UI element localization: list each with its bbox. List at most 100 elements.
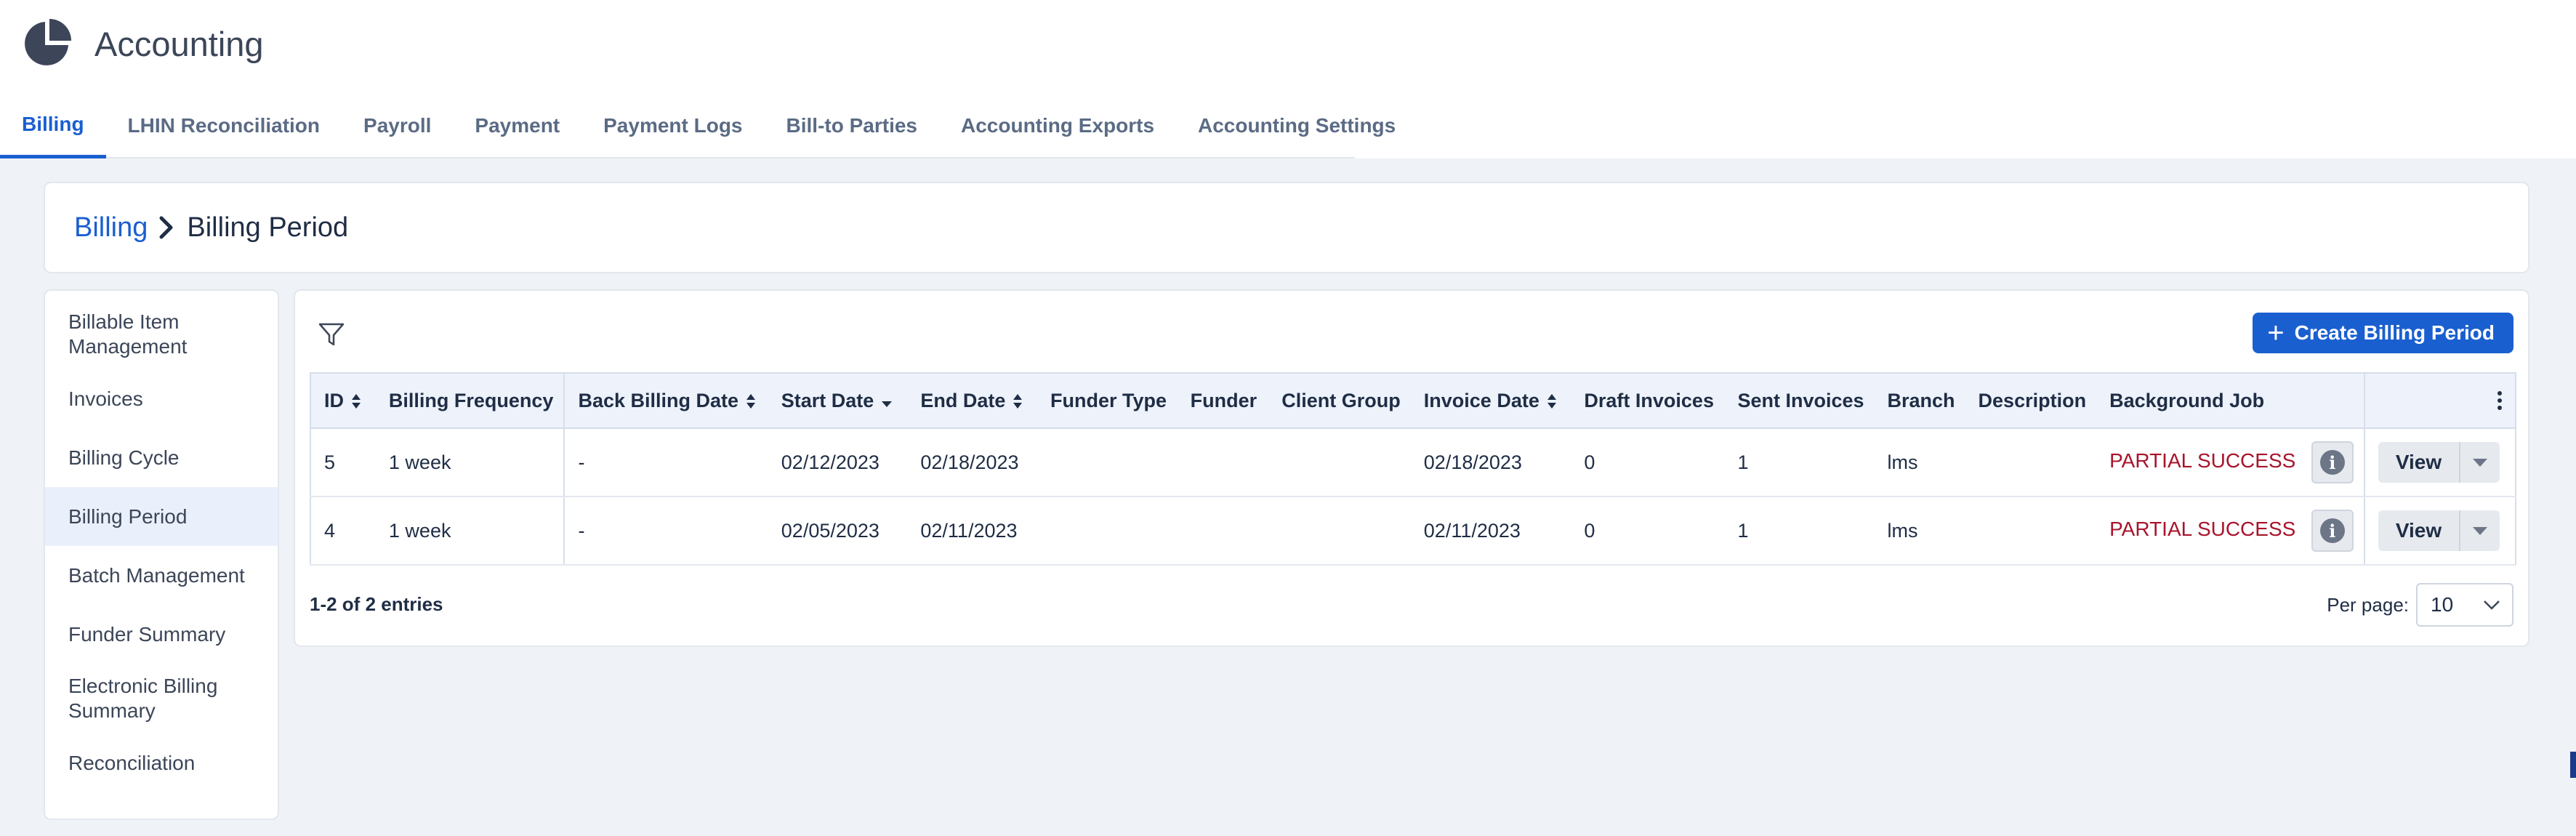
info-icon: i: [2319, 450, 2345, 475]
entries-count: 1-2 of 2 entries: [310, 593, 443, 615]
caret-down-icon[interactable]: [2459, 442, 2500, 483]
cell-end-date: 02/18/2023: [907, 428, 1037, 497]
col-header-invoice-date[interactable]: Invoice Date: [1410, 372, 1571, 429]
table-row: 5 1 week - 02/12/2023 02/18/2023 02/18/2…: [310, 428, 2517, 497]
col-header-funder-type: Funder Type: [1037, 372, 1178, 429]
view-button[interactable]: View: [2378, 442, 2460, 483]
billing-period-table: ID Billing Frequency Back Billing Date S…: [310, 372, 2517, 566]
sidenav-item-reconciliation[interactable]: Reconciliation: [45, 733, 278, 792]
breadcrumb: Billing Billing Period: [44, 182, 2529, 273]
col-header-description: Description: [1965, 372, 2097, 429]
caret-down-icon[interactable]: [2459, 510, 2500, 551]
cell-actions: View: [2364, 497, 2517, 566]
sort-desc-icon: [882, 401, 893, 408]
per-page-value: 10: [2431, 593, 2454, 616]
status-badge: PARTIAL SUCCESS: [2109, 518, 2296, 541]
scroll-edge-marker: [2570, 752, 2576, 778]
col-header-end-date[interactable]: End Date: [907, 372, 1037, 429]
sidenav-item-billing-period[interactable]: Billing Period: [45, 487, 278, 546]
sidenav-item-billable-item-management[interactable]: Billable Item Management: [45, 300, 278, 369]
view-split-button: View: [2378, 510, 2500, 551]
cell-description: [1965, 428, 2097, 497]
cell-client-group: [1268, 497, 1411, 566]
cell-funder: [1177, 428, 1269, 497]
col-header-funder: Funder: [1177, 372, 1269, 429]
view-split-button: View: [2378, 442, 2500, 483]
cell-start-date: 02/12/2023: [768, 428, 908, 497]
app-header: Accounting Billing LHIN Reconciliation P…: [0, 0, 2576, 158]
app-title: Accounting: [94, 24, 264, 63]
sort-icon: [1547, 394, 1556, 409]
per-page-control: Per page: 10: [2327, 583, 2513, 627]
cell-branch: lms: [1874, 497, 1965, 566]
col-header-start-date[interactable]: Start Date: [768, 372, 908, 429]
cell-background-job: PARTIAL SUCCESS i: [2096, 497, 2365, 566]
col-header-back-billing-date[interactable]: Back Billing Date: [564, 372, 768, 429]
job-info-button[interactable]: i: [2311, 510, 2354, 552]
sort-icon: [1013, 394, 1023, 409]
create-billing-period-label: Create Billing Period: [2294, 321, 2495, 344]
table-header-row: ID Billing Frequency Back Billing Date S…: [310, 372, 2517, 429]
pie-chart-icon: [25, 19, 71, 65]
col-header-branch: Branch: [1874, 372, 1965, 429]
col-header-sent-invoices: Sent Invoices: [1724, 372, 1875, 429]
sidenav-item-electronic-billing-summary[interactable]: Electronic Billing Summary: [45, 664, 278, 733]
col-header-draft-invoices: Draft Invoices: [1571, 372, 1725, 429]
page-title: Billing Period: [187, 212, 349, 243]
app-title-row: Accounting: [20, 17, 264, 70]
sidenav-item-invoices[interactable]: Invoices: [45, 369, 278, 428]
sidenav-item-batch-management[interactable]: Batch Management: [45, 546, 278, 605]
tab-lhin-reconciliation[interactable]: LHIN Reconciliation: [106, 93, 342, 158]
cell-draft-invoices: 0: [1571, 428, 1725, 497]
cell-end-date: 02/11/2023: [907, 497, 1037, 566]
cell-start-date: 02/05/2023: [768, 497, 908, 566]
table-row: 4 1 week - 02/05/2023 02/11/2023 02/11/2…: [310, 497, 2517, 566]
cell-id: 4: [310, 497, 376, 566]
status-badge: PARTIAL SUCCESS: [2109, 449, 2296, 473]
job-info-button[interactable]: i: [2311, 441, 2354, 483]
sort-icon: [352, 394, 361, 409]
cell-sent-invoices: 1: [1724, 497, 1875, 566]
kebab-menu-icon[interactable]: [2497, 391, 2502, 410]
cell-id: 5: [310, 428, 376, 497]
col-header-actions: [2364, 372, 2517, 429]
cell-sent-invoices: 1: [1724, 428, 1875, 497]
cell-billing-frequency: 1 week: [375, 428, 565, 497]
cell-background-job: PARTIAL SUCCESS i: [2096, 428, 2365, 497]
cell-funder-type: [1037, 428, 1178, 497]
tab-billing[interactable]: Billing: [0, 93, 106, 158]
cell-funder-type: [1037, 497, 1178, 566]
tab-payment[interactable]: Payment: [453, 93, 581, 158]
sidenav-item-billing-cycle[interactable]: Billing Cycle: [45, 428, 278, 487]
sidenav-item-funder-summary[interactable]: Funder Summary: [45, 605, 278, 664]
cell-back-billing-date: -: [564, 497, 768, 566]
tab-payment-logs[interactable]: Payment Logs: [581, 93, 764, 158]
tab-accounting-settings[interactable]: Accounting Settings: [1176, 93, 1417, 158]
cell-billing-frequency: 1 week: [375, 497, 565, 566]
cell-client-group: [1268, 428, 1411, 497]
billing-sidenav: Billable Item Management Invoices Billin…: [44, 289, 279, 820]
info-icon: i: [2319, 518, 2345, 543]
cell-draft-invoices: 0: [1571, 497, 1725, 566]
col-header-client-group: Client Group: [1268, 372, 1411, 429]
breadcrumb-billing-link[interactable]: Billing: [74, 212, 148, 244]
cell-back-billing-date: -: [564, 428, 768, 497]
plus-icon: +: [2267, 317, 2285, 349]
col-header-background-job: Background Job: [2096, 372, 2365, 429]
cell-description: [1965, 497, 2097, 566]
tab-payroll[interactable]: Payroll: [342, 93, 453, 158]
cell-branch: lms: [1874, 428, 1965, 497]
tab-accounting-exports[interactable]: Accounting Exports: [939, 93, 1176, 158]
tab-bill-to-parties[interactable]: Bill-to Parties: [765, 93, 939, 158]
per-page-select[interactable]: 10: [2416, 583, 2513, 627]
sort-icon: [746, 394, 756, 409]
col-header-billing-frequency: Billing Frequency: [375, 372, 565, 429]
col-header-id[interactable]: ID: [310, 372, 376, 429]
per-page-label: Per page:: [2327, 593, 2409, 616]
cell-invoice-date: 02/11/2023: [1410, 497, 1571, 566]
create-billing-period-button[interactable]: + Create Billing Period: [2253, 313, 2513, 353]
filter-icon[interactable]: [317, 320, 346, 349]
chevron-right-icon: [159, 216, 173, 239]
view-button[interactable]: View: [2378, 510, 2460, 551]
accounting-tabs: Billing LHIN Reconciliation Payroll Paym…: [0, 93, 1396, 158]
